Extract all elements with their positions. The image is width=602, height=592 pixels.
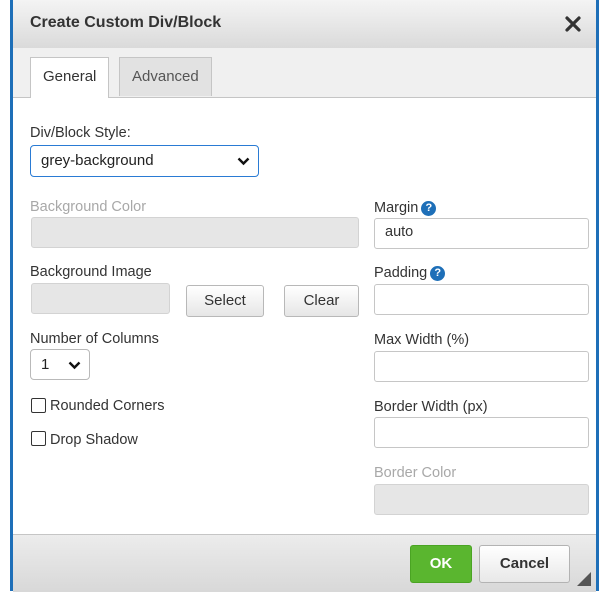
style-select[interactable]: grey-background — [30, 145, 259, 177]
bg-image-label: Background Image — [30, 264, 152, 280]
margin-label: Margin? — [374, 200, 437, 216]
dialog-title: Create Custom Div/Block — [30, 14, 222, 31]
tab-advanced[interactable]: Advanced — [119, 57, 212, 96]
custom-div-dialog: Create Custom Div/Block General Advanced… — [10, 0, 599, 592]
ok-button[interactable]: OK — [410, 545, 472, 583]
chevron-down-icon — [237, 157, 250, 166]
bg-image-field — [31, 283, 170, 314]
resize-grip-icon[interactable] — [577, 572, 591, 586]
columns-label: Number of Columns — [30, 331, 159, 347]
columns-select-value: 1 — [41, 356, 50, 373]
cancel-button[interactable]: Cancel — [479, 545, 570, 583]
border-width-field[interactable] — [374, 417, 589, 448]
padding-field[interactable] — [374, 284, 589, 315]
padding-label: Padding? — [374, 265, 446, 281]
max-width-field[interactable] — [374, 351, 589, 382]
border-width-label: Border Width (px) — [374, 399, 488, 415]
clear-image-button[interactable]: Clear — [284, 285, 359, 317]
style-label: Div/Block Style: — [30, 125, 131, 141]
columns-select[interactable]: 1 — [30, 349, 90, 380]
rounded-corners-checkbox[interactable] — [31, 398, 46, 413]
bg-color-label: Background Color — [30, 199, 147, 215]
max-width-label: Max Width (%) — [374, 332, 470, 348]
tab-general[interactable]: General — [30, 57, 110, 98]
help-icon[interactable]: ? — [421, 201, 437, 216]
close-icon[interactable] — [562, 13, 584, 35]
bg-color-field — [31, 217, 359, 248]
margin-field[interactable]: auto — [374, 218, 589, 249]
chevron-down-icon — [68, 361, 81, 370]
dialog-footer: OK Cancel — [13, 534, 596, 592]
margin-label-text: Margin — [374, 200, 419, 216]
help-icon[interactable]: ? — [430, 266, 446, 281]
padding-label-text: Padding — [374, 265, 428, 281]
drop-shadow-checkbox[interactable] — [31, 431, 46, 446]
style-select-value: grey-background — [41, 152, 154, 169]
rounded-corners-label[interactable]: Rounded Corners — [50, 398, 164, 414]
border-color-label: Border Color — [374, 465, 457, 481]
tab-bar: General Advanced — [13, 48, 596, 98]
border-color-field — [374, 484, 589, 515]
dialog-titlebar[interactable]: Create Custom Div/Block — [13, 0, 596, 49]
select-image-button[interactable]: Select — [186, 285, 264, 317]
drop-shadow-label[interactable]: Drop Shadow — [50, 432, 138, 448]
